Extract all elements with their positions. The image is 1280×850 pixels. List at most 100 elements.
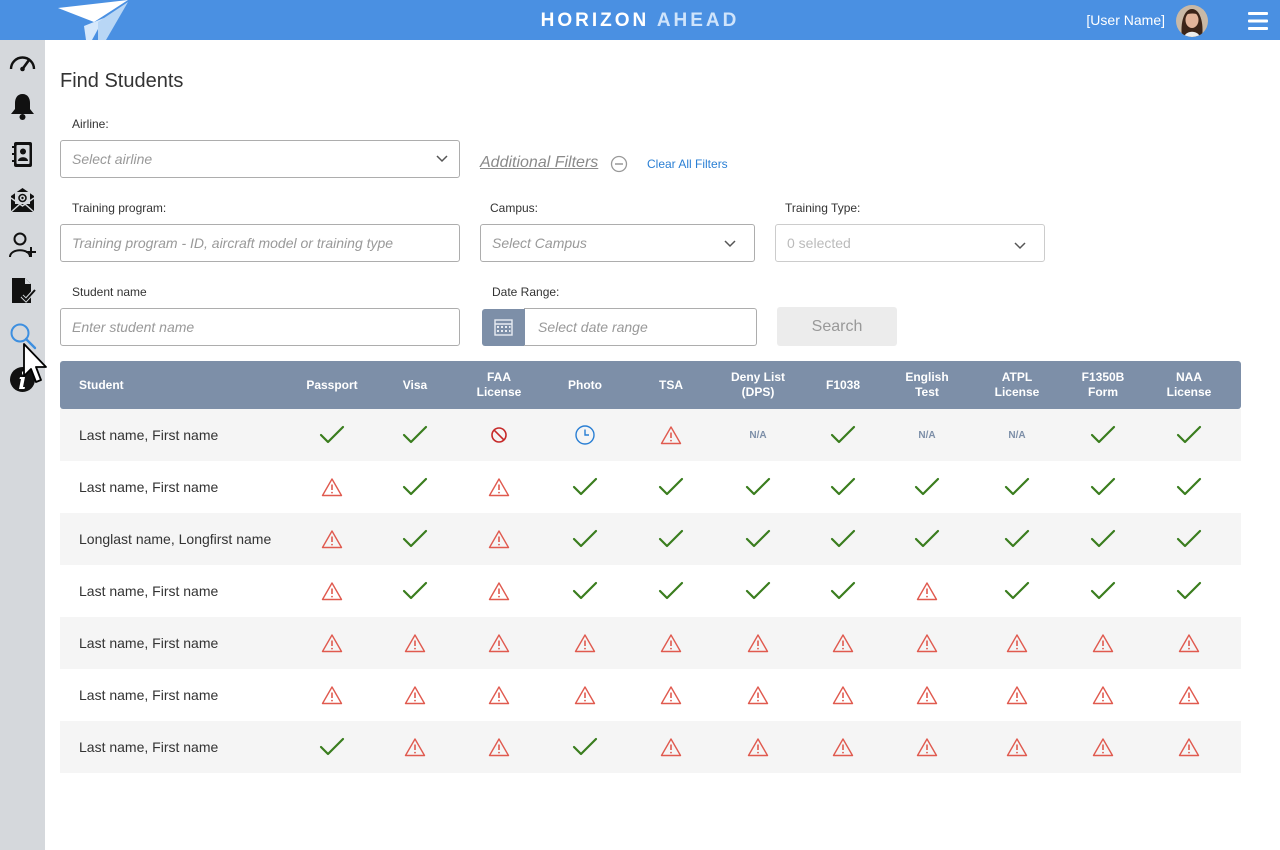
column-header-f1038[interactable]: F1038: [808, 361, 878, 409]
column-header-photo[interactable]: Photo: [545, 361, 625, 409]
status-cell: [302, 409, 362, 461]
avatar[interactable]: [1176, 5, 1208, 37]
training-type-label: Training Type:: [785, 201, 861, 215]
status-cell: [555, 513, 615, 565]
date-range-label: Date Range:: [492, 285, 560, 299]
status-cell: [987, 565, 1047, 617]
column-header-naa-license[interactable]: NAA License: [1149, 361, 1229, 409]
check-icon: [745, 477, 771, 496]
student-name-cell[interactable]: Last name, First name: [79, 461, 218, 513]
status-cell: [469, 409, 529, 461]
status-cell: [385, 409, 445, 461]
additional-filters-link[interactable]: Additional Filters: [480, 154, 598, 172]
collapse-filters-icon[interactable]: [610, 155, 628, 173]
status-cell: [897, 617, 957, 669]
user-name[interactable]: [User Name]: [1086, 12, 1165, 28]
status-cell: [1073, 617, 1133, 669]
student-name-cell[interactable]: Last name, First name: [79, 565, 218, 617]
status-cell: [813, 461, 873, 513]
table-row[interactable]: Longlast name, Longfirst name: [60, 513, 1241, 565]
student-name-input-box[interactable]: [72, 309, 459, 345]
status-cell: [897, 513, 957, 565]
campus-select[interactable]: Select Campus: [480, 224, 755, 262]
status-cell: [555, 617, 615, 669]
status-cell: [469, 565, 529, 617]
check-icon: [1090, 529, 1116, 548]
calendar-button[interactable]: [482, 309, 525, 346]
status-cell: N/A: [728, 409, 788, 461]
status-cell: [1073, 565, 1133, 617]
column-header-atpl-license[interactable]: ATPL License: [977, 361, 1057, 409]
mail-icon[interactable]: [8, 186, 37, 215]
logo-icon[interactable]: [58, 0, 132, 40]
bell-icon[interactable]: [8, 92, 37, 121]
warning-icon: [832, 634, 854, 653]
training-program-input-box[interactable]: [72, 225, 459, 261]
column-header-faa-license[interactable]: FAA License: [459, 361, 539, 409]
status-cell: [813, 721, 873, 773]
column-header-deny-list-dps[interactable]: Deny List (DPS): [713, 361, 803, 409]
status-cell: [987, 669, 1047, 721]
check-icon: [319, 425, 345, 444]
search-button[interactable]: Search: [777, 307, 897, 346]
table-row[interactable]: Last name, First name N/A N/A N/A: [60, 409, 1241, 461]
warning-icon: [488, 738, 510, 757]
date-range-input[interactable]: Select date range: [524, 308, 757, 346]
warning-icon: [1178, 738, 1200, 757]
status-cell: [728, 669, 788, 721]
check-icon: [402, 477, 428, 496]
check-icon: [658, 529, 684, 548]
warning-icon: [321, 530, 343, 549]
status-cell: [1159, 565, 1219, 617]
student-name-cell[interactable]: Last name, First name: [79, 669, 218, 721]
student-name-cell[interactable]: Last name, First name: [79, 409, 218, 461]
column-header-english-test[interactable]: English Test: [887, 361, 967, 409]
student-name-cell[interactable]: Last name, First name: [79, 721, 218, 773]
clear-all-filters-link[interactable]: Clear All Filters: [647, 157, 728, 171]
check-icon: [572, 529, 598, 548]
column-header-tsa[interactable]: TSA: [636, 361, 706, 409]
warning-icon: [488, 686, 510, 705]
table-body: Last name, First name N/A N/A N/A Last name,…: [60, 409, 1241, 773]
check-icon: [914, 529, 940, 548]
table-row[interactable]: Last name, First name: [60, 617, 1241, 669]
training-program-input[interactable]: [60, 224, 460, 262]
status-cell: [728, 617, 788, 669]
airline-select[interactable]: Select airline: [60, 140, 460, 178]
status-cell: [813, 409, 873, 461]
student-name-cell[interactable]: Last name, First name: [79, 617, 218, 669]
table-row[interactable]: Last name, First name: [60, 669, 1241, 721]
warning-icon: [574, 634, 596, 653]
warning-icon: [1178, 686, 1200, 705]
status-cell: [1159, 461, 1219, 513]
status-cell: [469, 721, 529, 773]
table-row[interactable]: Last name, First name: [60, 461, 1241, 513]
training-type-value: 0 selected: [787, 235, 851, 251]
status-cell: [385, 513, 445, 565]
table-row[interactable]: Last name, First name: [60, 721, 1241, 773]
document-check-icon[interactable]: [8, 276, 37, 305]
status-cell: [987, 513, 1047, 565]
student-name-cell[interactable]: Longlast name, Longfirst name: [79, 513, 271, 565]
training-type-select[interactable]: 0 selected: [775, 224, 1045, 262]
check-icon: [572, 737, 598, 756]
column-header-f1350b-form[interactable]: F1350B Form: [1063, 361, 1143, 409]
contact-book-icon[interactable]: [8, 140, 37, 169]
not-applicable-label: N/A: [918, 429, 936, 441]
warning-icon: [488, 634, 510, 653]
table-row[interactable]: Last name, First name: [60, 565, 1241, 617]
warning-icon: [660, 686, 682, 705]
status-cell: [813, 565, 873, 617]
column-header-visa[interactable]: Visa: [380, 361, 450, 409]
status-cell: [641, 669, 701, 721]
check-icon: [745, 529, 771, 548]
warning-icon: [1092, 634, 1114, 653]
speedometer-icon[interactable]: [8, 49, 37, 78]
status-cell: [641, 565, 701, 617]
column-header-student[interactable]: Student: [60, 361, 280, 409]
status-cell: [1073, 669, 1133, 721]
hamburger-menu-icon[interactable]: [1246, 10, 1270, 32]
student-name-input[interactable]: [60, 308, 460, 346]
column-header-passport[interactable]: Passport: [292, 361, 372, 409]
add-user-icon[interactable]: [8, 230, 37, 259]
